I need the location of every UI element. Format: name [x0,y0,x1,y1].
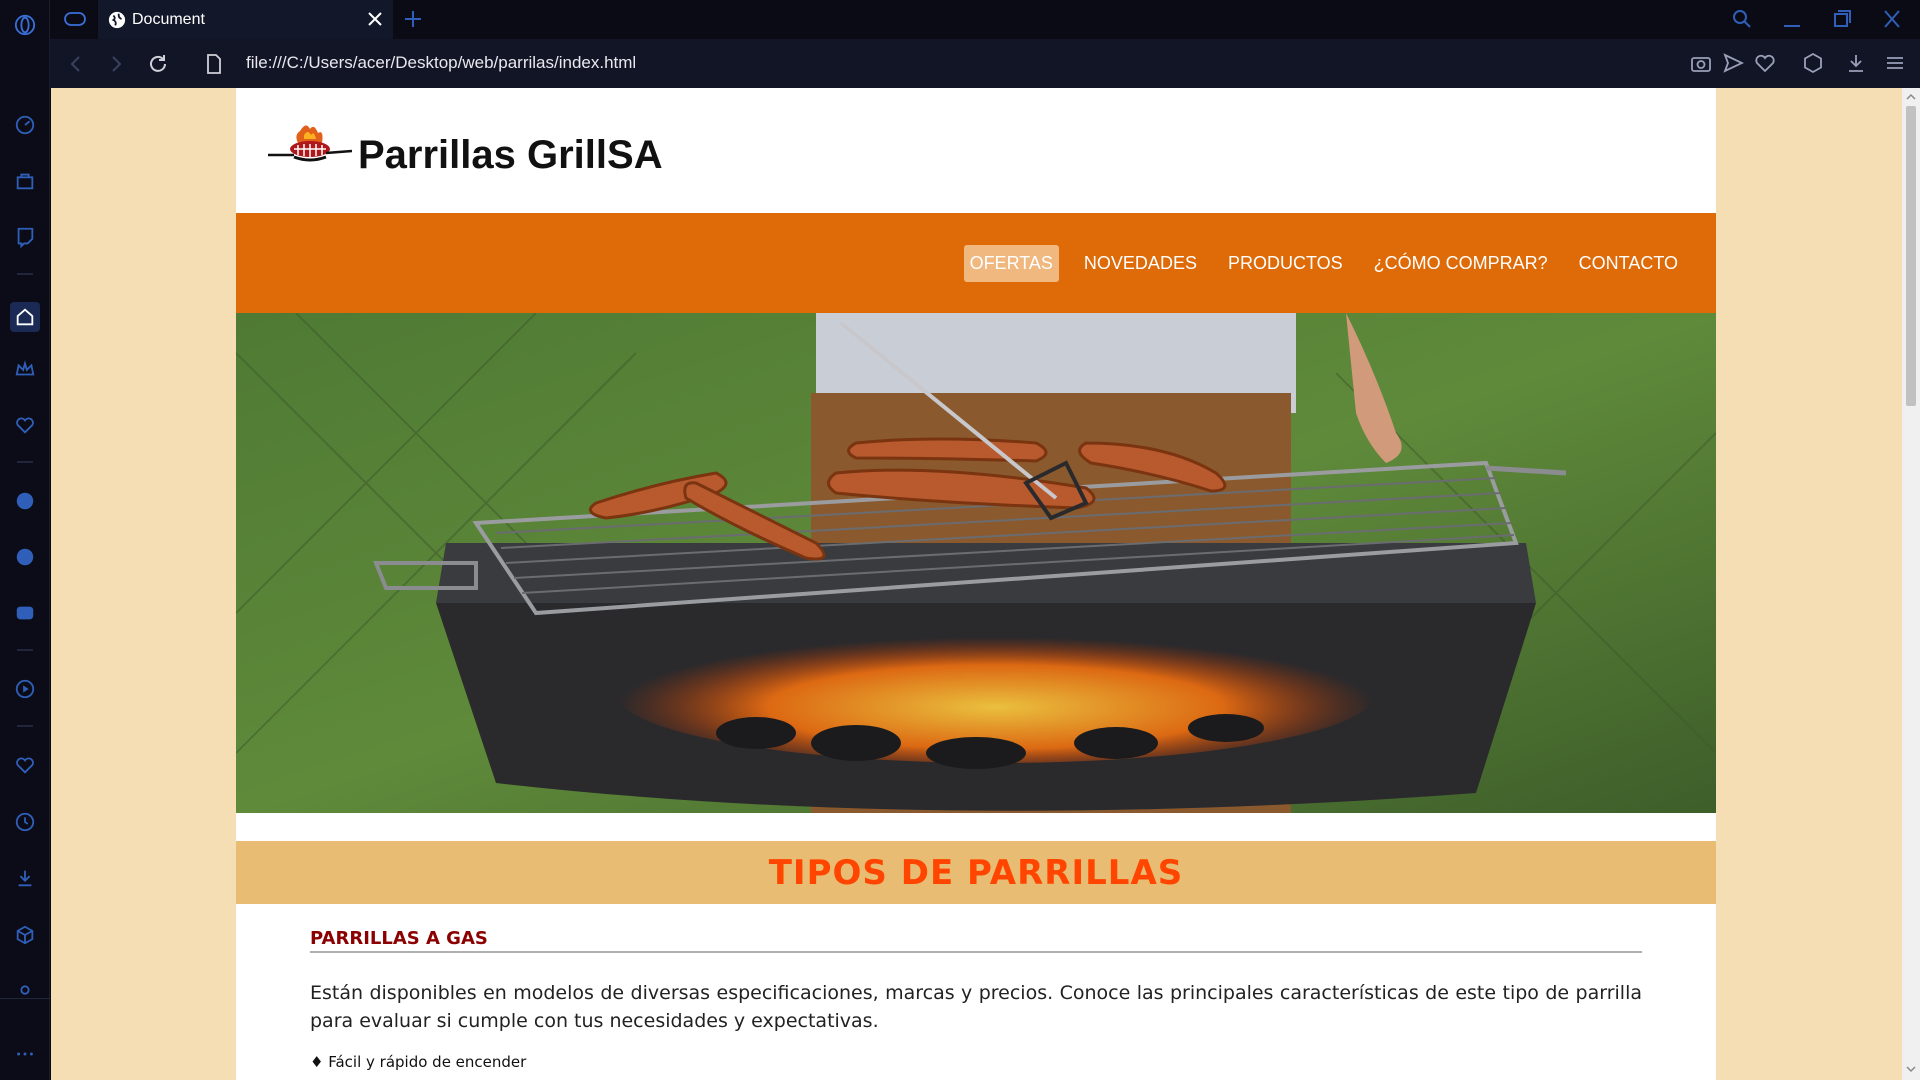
url-field[interactable]: file:///C:/Users/acer/Desktop/web/parril… [246,53,636,73]
back-icon[interactable] [64,52,88,76]
nav-contacto[interactable]: CONTACTO [1573,245,1684,282]
new-tab-icon[interactable] [402,8,424,30]
tab-title: Document [132,10,205,28]
camera-icon[interactable] [1690,52,1712,74]
search-icon[interactable] [1730,8,1754,30]
heart-icon[interactable] [13,753,37,777]
page-scrollbar[interactable] [1902,88,1920,1080]
opera-logo-icon[interactable] [13,13,37,37]
site-title: Parrillas GrillSA [358,133,663,177]
player-icon[interactable] [13,677,37,701]
grill-logo-icon[interactable] [266,121,354,181]
nav-productos[interactable]: PRODUCTOS [1222,245,1349,282]
bookmark-heart-icon[interactable] [1754,52,1776,74]
gamepad-icon[interactable] [64,10,86,28]
scroll-down-icon[interactable] [1906,1064,1916,1074]
nav-ofertas[interactable]: OFERTAS [963,244,1059,282]
more-icon[interactable] [13,1042,37,1066]
discord-icon[interactable] [13,601,37,625]
page-container: Parrillas GrillSA OFERTAS NOVEDADES PROD… [236,88,1716,1080]
easy-setup-icon[interactable] [1884,52,1906,74]
speedometer-icon[interactable] [13,113,37,137]
twitch-icon[interactable] [13,225,37,249]
history-icon[interactable] [13,810,37,834]
scroll-thumb[interactable] [1906,106,1916,406]
downloads-icon[interactable] [13,866,37,890]
tab-document[interactable]: Document [98,0,393,39]
page-viewport: Parrillas GrillSA OFERTAS NOVEDADES PROD… [51,88,1902,1080]
home-icon[interactable] [10,302,40,332]
minimize-icon[interactable] [1780,8,1804,30]
file-icon [207,54,221,74]
download-icon[interactable] [1845,52,1867,74]
reload-icon[interactable] [146,52,170,76]
main-nav: OFERTAS NOVEDADES PRODUCTOS ¿CÓMO COMPRA… [236,213,1716,313]
window-close-icon[interactable] [1880,8,1904,30]
scroll-up-icon[interactable] [1906,92,1916,102]
shopping-bag-icon[interactable] [13,169,37,193]
nav-novedades[interactable]: NOVEDADES [1078,245,1203,282]
browser-sidebar [0,0,50,1080]
intro-paragraph: Están disponibles en modelos de diversas… [310,982,1642,1032]
globe-icon [108,11,126,28]
extensions-cube-icon[interactable] [1802,52,1824,74]
hero-image [236,313,1716,813]
cube-icon[interactable] [13,923,37,947]
close-tab-icon[interactable] [365,9,385,29]
crown-icon[interactable] [13,357,37,381]
forward-icon[interactable] [104,52,128,76]
address-bar: file:///C:/Users/acer/Desktop/web/parril… [50,39,1920,88]
send-icon[interactable] [1722,52,1744,74]
section-title: TIPOS DE PARRILLAS [768,852,1184,893]
twitter-icon[interactable] [13,545,37,569]
restore-icon[interactable] [1830,8,1854,30]
site-header: Parrillas GrillSA [236,88,1716,213]
tab-bar: Document [50,0,1920,39]
feature-bullet: ♦ Fácil y rápido de encender [310,1053,527,1071]
nav-como-comprar[interactable]: ¿CÓMO COMPRAR? [1368,245,1554,282]
whatsapp-icon[interactable] [13,489,37,513]
subsection-title: PARRILLAS A GAS [310,928,1642,953]
section-band: TIPOS DE PARRILLAS [236,841,1716,904]
content-area: PARRILLAS A GAS Están disponibles en mod… [236,904,1716,1071]
heart-circle-icon[interactable] [13,413,37,437]
